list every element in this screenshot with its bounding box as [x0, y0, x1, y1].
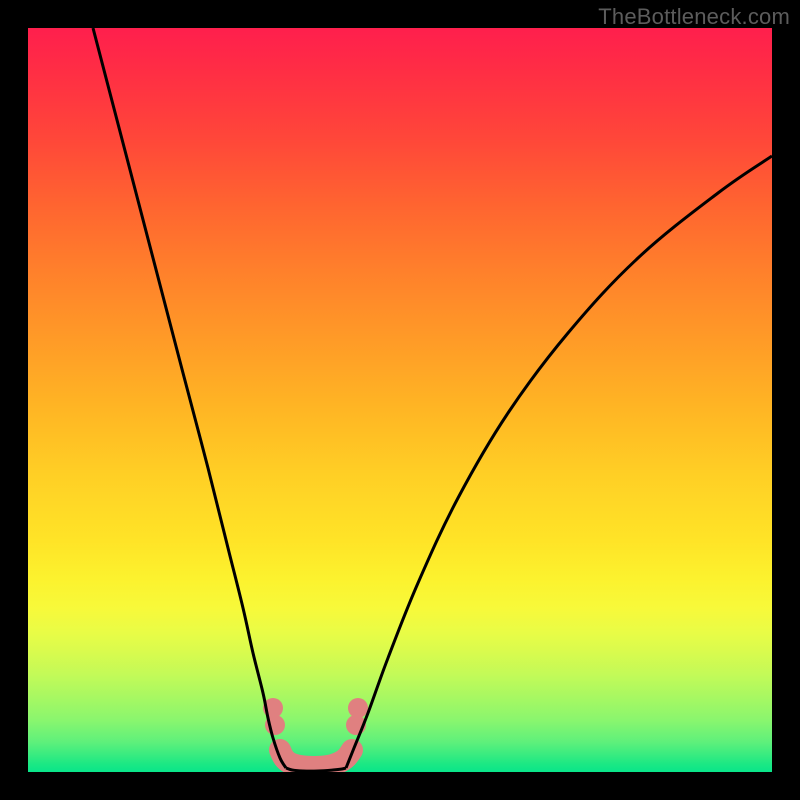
markers-group — [263, 698, 368, 735]
chart-frame — [28, 28, 772, 772]
curves-group — [93, 28, 772, 771]
chart-svg — [28, 28, 772, 772]
watermark-text: TheBottleneck.com — [598, 4, 790, 30]
bottom-band — [280, 750, 352, 767]
marker-right-upper — [348, 698, 368, 718]
left-curve — [93, 28, 286, 768]
right-curve — [346, 156, 772, 768]
